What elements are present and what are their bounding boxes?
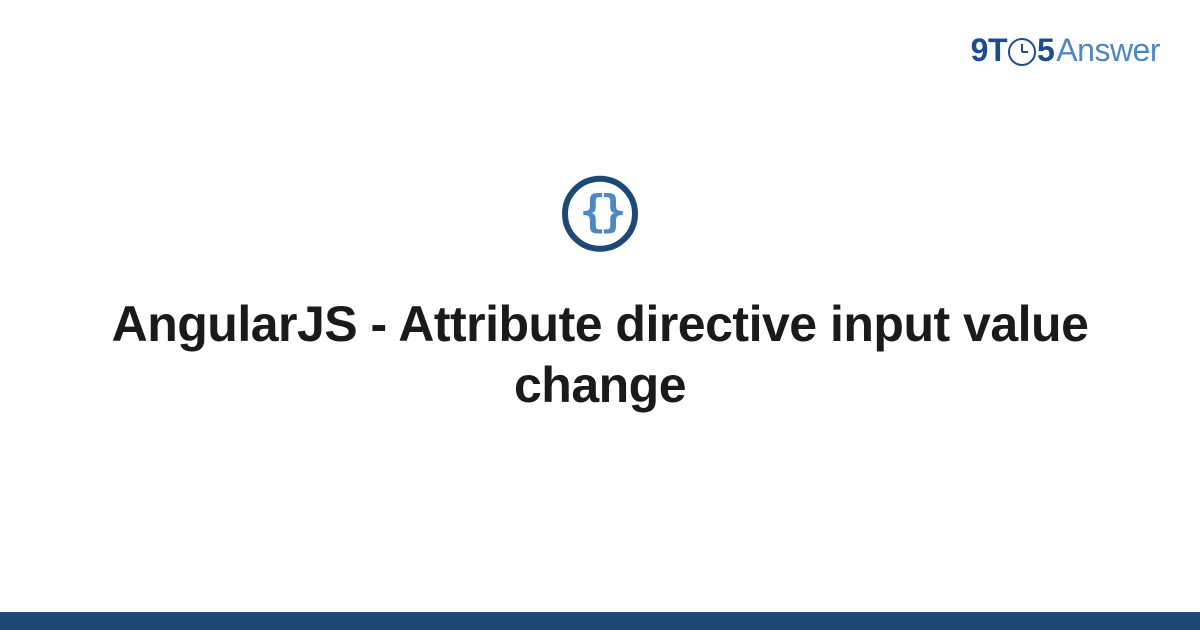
braces-glyph: {} <box>580 190 621 234</box>
code-braces-icon: {} <box>562 176 638 252</box>
page-title: AngularJS - Attribute directive input va… <box>0 294 1200 416</box>
site-logo: 9T 5 Answer <box>971 32 1160 69</box>
main-content: {} AngularJS - Attribute directive input… <box>0 176 1200 416</box>
logo-text-answer: Answer <box>1056 32 1160 69</box>
footer-bar <box>0 612 1200 630</box>
logo-text-5: 5 <box>1037 32 1054 69</box>
clock-icon <box>1008 38 1036 66</box>
logo-text-9t: 9T <box>971 32 1007 69</box>
